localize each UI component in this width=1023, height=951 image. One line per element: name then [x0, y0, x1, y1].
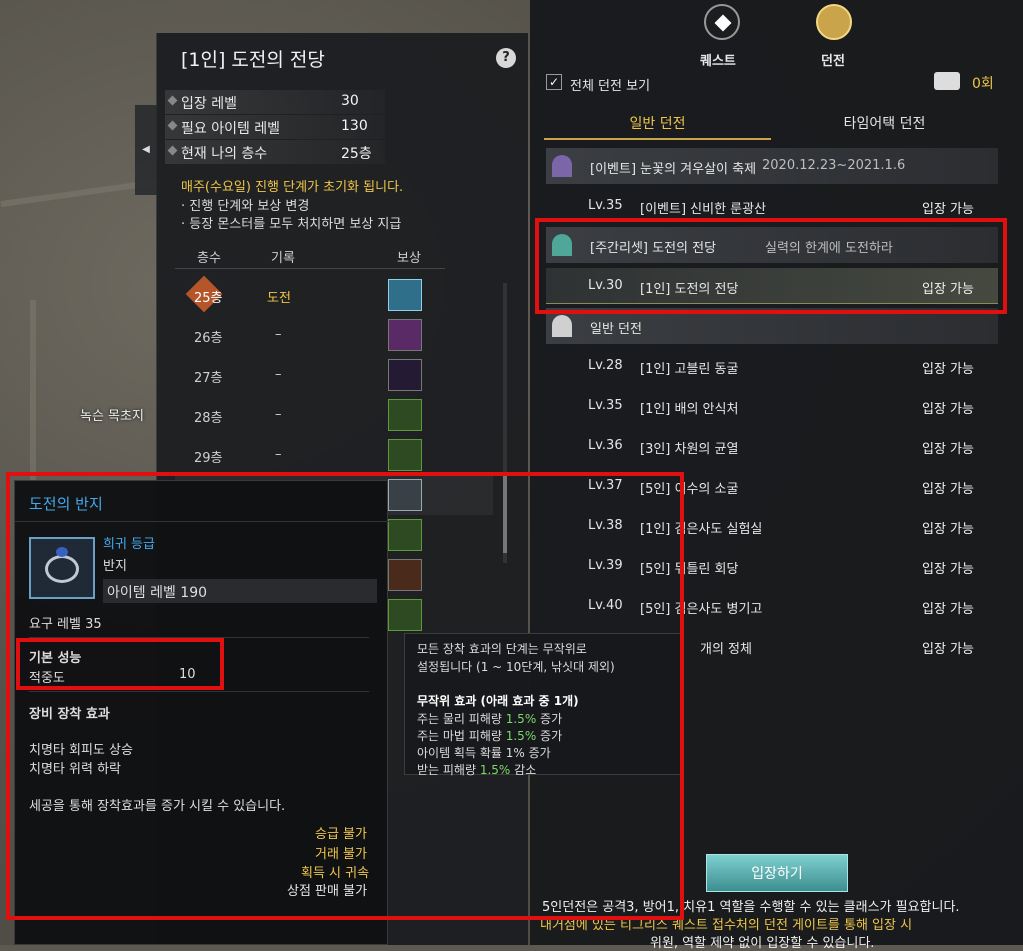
info-row-item-level: 필요 아이템 레벨 130 — [165, 115, 385, 139]
dungeon-type-tabs: 일반 던전 타임어택 던전 — [544, 108, 998, 140]
gem-cluster-icon[interactable] — [388, 439, 422, 471]
diamond-icon — [167, 120, 178, 131]
dungeon-status: 입장 가능 — [922, 562, 974, 577]
info-label: 현재 나의 층수 — [181, 146, 268, 162]
floor-record: – — [275, 407, 282, 422]
dungeon-status: 입장 가능 — [922, 602, 974, 617]
floor-number: 28층 — [194, 411, 223, 426]
quest-tab-label[interactable]: 퀘스트 — [700, 50, 736, 69]
highlight-box-weekly — [535, 218, 1007, 314]
info-value: 25층 — [341, 146, 372, 162]
info-label: 입장 레벨 — [181, 96, 237, 112]
dungeon-name: [1인] 고블린 동굴 — [640, 362, 739, 377]
show-all-checkbox[interactable]: ✓ — [546, 74, 562, 90]
dungeon-level: Lv.36 — [588, 438, 623, 453]
tab-time-attack-dungeon[interactable]: 타임어택 던전 — [771, 108, 998, 140]
dungeon-status: 입장 가능 — [922, 202, 974, 217]
dungeon-title: [1인] 도전의 전당 — [181, 49, 325, 71]
floor-number: 27층 — [194, 371, 223, 386]
floor-number: 29층 — [194, 451, 223, 466]
info-label: 필요 아이템 레벨 — [181, 121, 281, 137]
dungeon-name: [이벤트] 신비한 룬광산 — [640, 202, 767, 217]
diamond-icon — [167, 95, 178, 106]
floor-table-header: 층수 기록 보상 — [175, 243, 445, 269]
floor-record: – — [275, 367, 282, 382]
quest-icon[interactable] — [704, 4, 740, 40]
dungeon-row[interactable]: Lv.35 [1인] 배의 안식처 입장 가능 — [546, 388, 998, 424]
normal-gate-icon — [552, 315, 572, 337]
dungeon-status: 입장 가능 — [922, 442, 974, 457]
info-row-current-floor: 현재 나의 층수 25층 — [165, 140, 385, 164]
help-icon[interactable]: ? — [496, 48, 516, 68]
notice-line: · 진행 단계와 보상 변경 — [181, 199, 310, 214]
dungeon-icon[interactable] — [816, 4, 852, 40]
dungeon-status: 입장 가능 — [922, 362, 974, 377]
info-value: 30 — [341, 93, 359, 109]
notice-line: · 등장 몬스터를 모두 처치하면 보상 지급 — [181, 217, 402, 232]
collapse-panel-button[interactable]: ◀ — [135, 105, 157, 195]
dungeon-status: 입장 가능 — [922, 482, 974, 497]
dungeon-name: [3인] 차원의 균열 — [640, 442, 739, 457]
dungeon-status: 입장 가능 — [922, 402, 974, 417]
header-floor: 층수 — [197, 251, 221, 266]
floor-record: 도전 — [267, 291, 291, 306]
dungeon-level: Lv.35 — [588, 398, 623, 413]
ticket-icon — [934, 72, 960, 90]
highlight-box-base-stat — [16, 638, 224, 690]
floor-number: 26층 — [194, 331, 223, 346]
section-title: 일반 던전 — [590, 322, 642, 337]
dungeon-level: Lv.35 — [588, 198, 623, 213]
header-record: 기록 — [271, 251, 295, 266]
dungeon-name: [1인] 배의 안식처 — [640, 402, 739, 417]
floor-row[interactable]: 25층 도전 — [175, 275, 493, 315]
gem-cluster-icon[interactable] — [388, 319, 422, 351]
dungeon-level: Lv.28 — [588, 358, 623, 373]
event-dates: 2020.12.23~2021.1.6 — [762, 158, 906, 173]
floor-record: – — [275, 447, 282, 462]
header-reward: 보상 — [397, 251, 421, 266]
highlight-box-tooltip — [6, 472, 684, 920]
show-all-label[interactable]: 전체 던전 보기 — [570, 75, 650, 94]
crystal-icon[interactable] — [388, 279, 422, 311]
event-gate-icon — [552, 155, 572, 177]
dungeon-status: 입장 가능 — [922, 642, 974, 657]
gate-entry-note-2: 위원, 역할 제약 없이 입장할 수 있습니다. — [650, 936, 875, 951]
floor-number: 25층 — [194, 291, 223, 306]
floor-row[interactable]: 29층 – — [175, 435, 493, 475]
section-event: [이벤트] 눈꽃의 겨우살이 축제 2020.12.23~2021.1.6 — [546, 148, 998, 184]
info-row-entry-level: 입장 레벨 30 — [165, 90, 385, 114]
floor-row[interactable]: 27층 – — [175, 355, 493, 395]
dungeon-name: 개의 정체 — [700, 642, 752, 657]
floor-row[interactable]: 28층 – — [175, 395, 493, 435]
weekly-reset-notice: 매주(수요일) 진행 단계가 초기화 됩니다. — [181, 180, 404, 195]
tab-normal-dungeon[interactable]: 일반 던전 — [544, 108, 771, 140]
dungeon-status: 입장 가능 — [922, 522, 974, 537]
enter-dungeon-button[interactable]: 입장하기 — [706, 854, 848, 892]
floor-record: – — [275, 327, 282, 342]
red-gem-icon[interactable] — [388, 399, 422, 431]
orb-icon[interactable] — [388, 359, 422, 391]
dungeon-row[interactable]: Lv.28 [1인] 고블린 동굴 입장 가능 — [546, 348, 998, 384]
section-title: [이벤트] 눈꽃의 겨우살이 축제 — [590, 162, 757, 177]
map-road — [30, 300, 36, 500]
floor-row[interactable]: 26층 – — [175, 315, 493, 355]
map-label: 녹슨 목초지 — [80, 409, 144, 424]
dungeon-row[interactable]: Lv.36 [3인] 차원의 균열 입장 가능 — [546, 428, 998, 464]
ticket-count: 0회 — [972, 76, 994, 92]
dungeon-tab-label[interactable]: 던전 — [821, 50, 845, 69]
diamond-icon — [167, 145, 178, 156]
info-value: 130 — [341, 118, 368, 134]
